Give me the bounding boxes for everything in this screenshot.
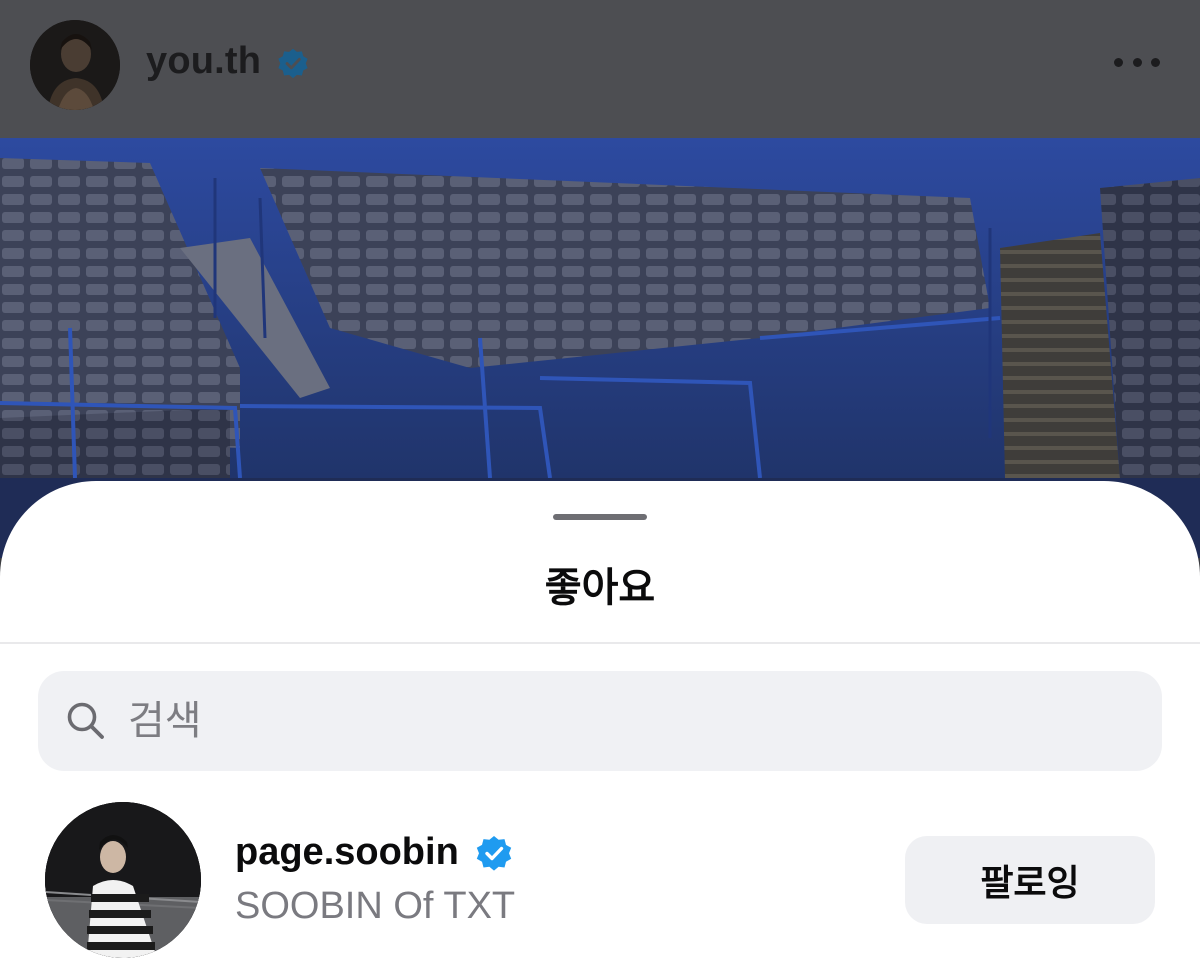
liker-username[interactable]: page.soobin [235, 831, 459, 874]
post-author-avatar[interactable] [30, 20, 120, 110]
search-input[interactable] [126, 689, 1106, 753]
more-horizontal-icon[interactable] [1114, 52, 1160, 72]
post-header: you.th [0, 0, 1200, 138]
search-bar[interactable] [38, 671, 1162, 771]
avatar[interactable] [45, 802, 201, 958]
verified-badge-icon [476, 836, 512, 871]
list-item[interactable]: page.soobin SOOBIN Of TXT 팔로잉 [0, 801, 1200, 971]
divider [0, 642, 1200, 644]
liker-full-name: SOOBIN Of TXT [235, 885, 516, 927]
verified-badge-icon [278, 48, 308, 79]
drag-handle[interactable] [553, 514, 647, 520]
following-button[interactable]: 팔로잉 [905, 836, 1155, 924]
search-icon [67, 702, 104, 739]
sheet-title: 좋아요 [544, 566, 656, 610]
likes-sheet: 좋아요 검색 page.soobin SOOBIN Of TXT 팔로잉 [0, 481, 1200, 971]
post-author-username[interactable]: you.th [146, 40, 261, 83]
